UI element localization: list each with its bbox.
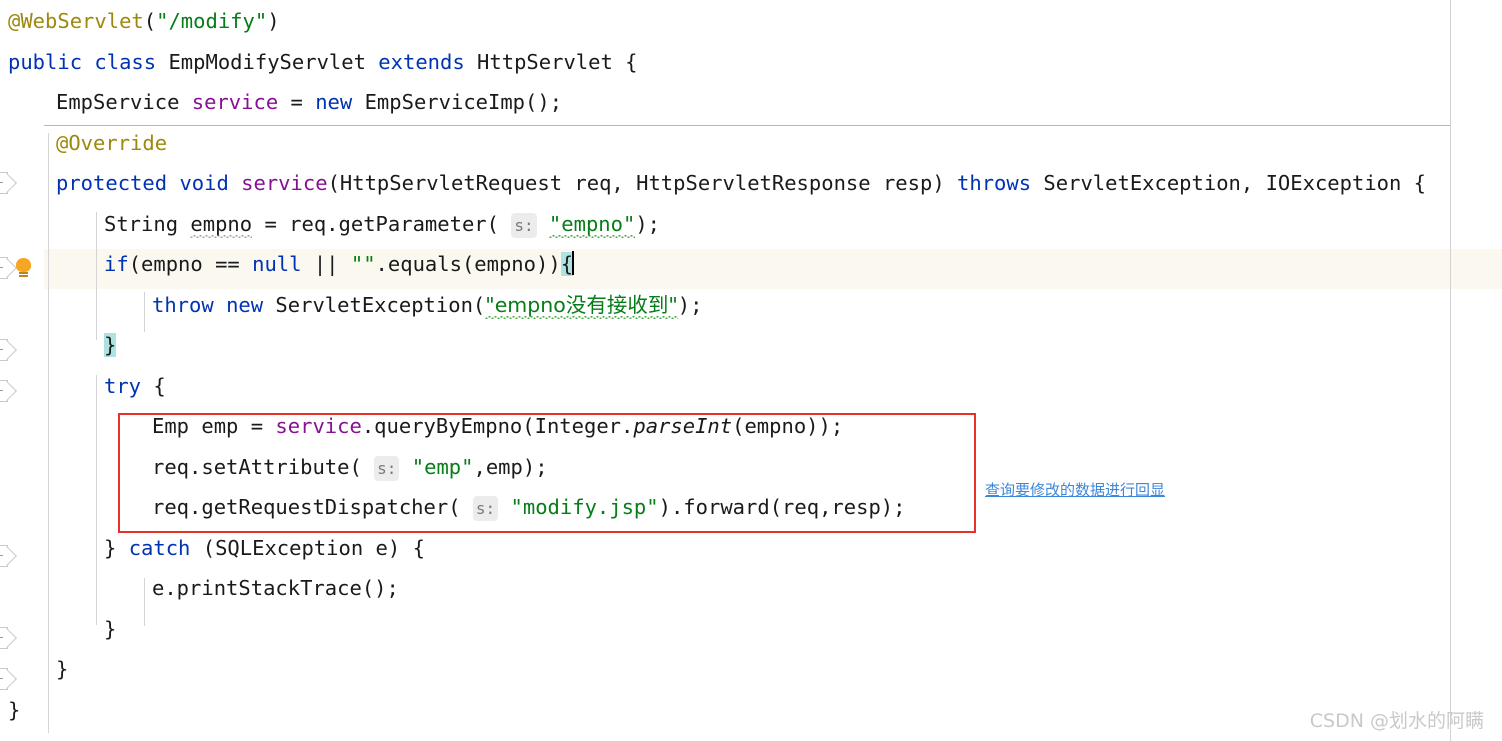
- code-line[interactable]: e.printStackTrace();: [0, 568, 399, 608]
- code-token: s:: [511, 212, 537, 238]
- code-token: EmpService: [56, 90, 192, 114]
- code-token: protected: [56, 171, 168, 195]
- code-token: try: [104, 373, 142, 398]
- code-token: throws: [957, 171, 1032, 195]
- code-line[interactable]: @WebServlet("/modify"): [0, 1, 280, 41]
- code-token: ): [267, 9, 280, 33]
- code-text-area[interactable]: @WebServlet("/modify") public class EmpMo…: [0, 0, 1502, 741]
- code-token: "modify.jsp": [510, 495, 659, 519]
- code-token: .equals(empno)): [375, 252, 561, 276]
- code-token: s:: [374, 455, 400, 481]
- code-token: }: [8, 697, 21, 722]
- code-token: HttpServlet {: [464, 49, 638, 74]
- code-token: new: [315, 90, 353, 114]
- code-token: ServletException(: [263, 292, 486, 317]
- code-token: }: [104, 535, 129, 560]
- code-token: catch: [128, 535, 191, 560]
- code-token: }: [56, 657, 69, 681]
- code-token: );: [635, 211, 661, 236]
- code-token: }: [104, 616, 117, 641]
- code-token: "empno": [548, 211, 636, 236]
- code-line[interactable]: } catch (SQLException e) {: [0, 528, 425, 568]
- code-line[interactable]: Emp emp = service.queryByEmpno(Integer.p…: [0, 406, 843, 446]
- code-token: );: [677, 292, 703, 317]
- code-token: ||: [301, 252, 351, 276]
- code-line[interactable]: String empno = req.getParameter( s: "emp…: [0, 204, 660, 244]
- text-caret: [572, 251, 575, 275]
- code-token: null: [252, 252, 302, 276]
- code-token: empno: [190, 211, 253, 236]
- code-line[interactable]: try {: [0, 366, 166, 406]
- code-token: "/modify": [156, 9, 268, 33]
- code-token: public: [8, 49, 83, 74]
- code-line[interactable]: protected void service(HttpServletReques…: [0, 163, 1426, 203]
- code-token: service: [241, 171, 328, 195]
- code-token: (empno ==: [128, 252, 253, 276]
- code-line[interactable]: req.getRequestDispatcher( s: "modify.jsp…: [0, 487, 905, 527]
- code-token: (: [143, 9, 157, 33]
- code-token: "empno没有接收到": [485, 292, 678, 317]
- code-line[interactable]: }: [0, 609, 116, 649]
- code-line[interactable]: }: [0, 325, 117, 365]
- code-line[interactable]: @Override: [0, 123, 167, 163]
- code-token: extends: [378, 49, 465, 74]
- code-token: (HttpServletRequest req, HttpServletResp…: [327, 171, 958, 195]
- code-editor[interactable]: @WebServlet("/modify") public class EmpMo…: [0, 0, 1502, 741]
- code-token: {: [141, 373, 166, 398]
- code-line[interactable]: if(empno == null || "".equals(empno)){: [0, 244, 575, 284]
- code-token: e.printStackTrace();: [152, 576, 399, 600]
- code-token: @Override: [56, 130, 168, 155]
- code-token: new: [226, 292, 264, 317]
- code-line[interactable]: throw new ServletException("empno没有接收到")…: [0, 285, 702, 325]
- code-token: class: [94, 49, 157, 74]
- code-token: "emp": [411, 454, 474, 479]
- code-token: service: [191, 90, 279, 114]
- watermark: CSDN @划水的阿瞒: [1309, 710, 1484, 732]
- code-token: Emp emp =: [152, 414, 276, 438]
- code-token: EmpModifyServlet: [156, 49, 379, 74]
- code-token: ServletException, IOException {: [1031, 171, 1427, 195]
- code-token: EmpServiceImp();: [352, 90, 563, 114]
- code-token: if: [104, 252, 129, 276]
- code-token: }: [104, 333, 117, 357]
- code-token: .queryByEmpno(Integer.: [361, 414, 634, 438]
- code-token: s:: [472, 496, 499, 521]
- annotation-note: 查询要修改的数据进行回显: [985, 481, 1166, 499]
- code-token: "": [350, 252, 376, 276]
- code-line[interactable]: EmpService service = new EmpServiceImp()…: [0, 82, 562, 122]
- code-line[interactable]: }: [0, 649, 68, 689]
- code-token: void: [179, 171, 229, 195]
- code-token: =: [278, 90, 316, 114]
- code-token: req.getRequestDispatcher(: [152, 495, 473, 519]
- code-token: ,emp);: [473, 454, 548, 479]
- code-token: parseInt: [633, 414, 733, 438]
- code-line[interactable]: public class EmpModifyServlet extends Ht…: [0, 42, 638, 82]
- code-token: @WebServlet: [8, 9, 144, 33]
- code-line[interactable]: }: [0, 690, 20, 730]
- code-token: (SQLException e) {: [190, 535, 425, 560]
- code-token: = req.getParameter(: [252, 211, 512, 236]
- code-token: throw: [152, 292, 214, 317]
- code-token: (empno));: [732, 414, 844, 438]
- code-line[interactable]: req.setAttribute( s: "emp",emp);: [0, 447, 548, 487]
- code-token: ).forward(req,resp);: [658, 495, 906, 519]
- code-token: String: [104, 211, 191, 236]
- code-token: service: [275, 414, 362, 438]
- code-token: req.setAttribute(: [152, 454, 375, 479]
